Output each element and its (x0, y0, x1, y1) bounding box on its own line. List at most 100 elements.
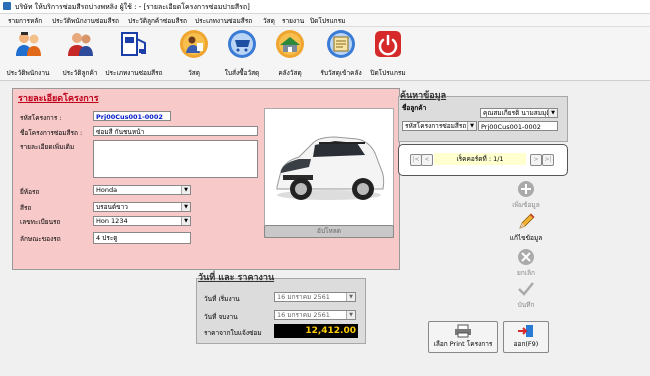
toolbar-label: วัสดุ (188, 69, 200, 77)
color-select[interactable]: บรอนด์ขาว ▼ (93, 202, 191, 212)
purchase-order-icon (228, 30, 256, 58)
toolbar-receive-stock-button[interactable]: รับวัสดุเข้าคลัง (316, 29, 366, 78)
menu-item-materials[interactable]: วัสดุ (263, 16, 275, 26)
edit-label: แก้ไขข้อมูล (509, 234, 543, 242)
add-label: เพิ่มข้อมูล (512, 201, 540, 209)
plate-label: เลขทะเบียนรถ (20, 218, 61, 226)
save-button[interactable]: บันทึก (504, 280, 548, 310)
chevron-down-icon: ▼ (548, 109, 557, 117)
toolbar-power-button[interactable]: ปิดโปรแกรม (366, 29, 410, 78)
chevron-down-icon: ▼ (181, 203, 190, 211)
chevron-down-icon: ▼ (346, 311, 355, 319)
prev-record-button[interactable]: < (421, 154, 433, 166)
project-detail-label: รายละเอียดเพิ่มเติม (20, 143, 75, 151)
customer-label: ชื่อลูกค้า (402, 104, 427, 112)
color-label: สีรถ (20, 204, 32, 212)
exit-door-icon (518, 325, 533, 337)
toolbar-label: ประวัติลูกค้า (62, 69, 98, 77)
plate-select[interactable]: Hon 1234 ▼ (93, 216, 191, 226)
cancel-icon (518, 249, 534, 265)
title-bar: บริษัท ให้บริการซ่อมสีรถบ่างพหลิง ผู้ใช้… (0, 0, 650, 14)
last-record-button[interactable]: >| (542, 154, 554, 166)
checkmark-icon (518, 282, 534, 296)
save-label: บันทึก (517, 301, 535, 309)
chevron-down-icon: ▼ (346, 293, 355, 301)
end-date-picker[interactable]: 16 มกราคม 2561 ▼ (274, 310, 356, 320)
materials-icon (180, 30, 208, 58)
cancel-label: ยกเลิก (517, 269, 535, 277)
search-field-select[interactable]: รหัสโครงการซ่อมสีรถ ▼ (402, 121, 477, 131)
project-name-label: ชื่อโครงการซ่อมสีรถ : (20, 129, 83, 137)
toolbar-customers-button[interactable]: ประวัติลูกค้า (58, 29, 102, 78)
paint-job-icon (121, 32, 146, 56)
toolbar-label: ปิดโปรแกรม (370, 69, 406, 77)
toolbar-label: ประเภทงานซ่อมสีรถ (105, 69, 163, 77)
menu-bar: รายการหลัก ประวัติพนักงานซ่อมสีรถ ประวัต… (0, 14, 650, 27)
project-code-field[interactable]: Prj00Cus001-0002 (93, 111, 171, 121)
pencil-icon (519, 213, 535, 229)
search-field-value: รหัสโครงการซ่อมสีรถ (405, 122, 467, 130)
toolbar-employees-button[interactable]: ประวัติพนักงาน (6, 29, 50, 78)
brand-value: Honda (96, 186, 118, 194)
toolbar-label: ประวัติพนักงาน (6, 69, 50, 77)
cancel-button[interactable]: ยกเลิก (504, 248, 548, 278)
toolbar-warehouse-button[interactable]: คลังวัสดุ (270, 29, 310, 78)
next-record-button[interactable]: > (530, 154, 542, 166)
chevron-down-icon: ▼ (181, 186, 190, 194)
app-icon (3, 2, 11, 10)
brand-label: ยี่ห้อรถ (20, 188, 40, 196)
project-detail-title: รายละเอียดโครงการ (18, 94, 99, 104)
receive-stock-icon (327, 30, 355, 58)
price-display: 12,412.00 (274, 324, 358, 338)
plate-value: Hon 1234 (96, 217, 128, 225)
menu-item-exit[interactable]: ปิดโปรแกรม (310, 16, 345, 26)
start-date-label: วันที่ เริ่มงาน (204, 295, 240, 303)
price-label: ราคาจากใบแจ้งซ่อม (204, 329, 262, 337)
start-date-value: 16 มกราคม 2561 (277, 293, 330, 301)
menu-item-customers[interactable]: ประวัติลูกค้าซ่อมสีรถ (128, 16, 187, 26)
trait-label: ลักษณะของรถ (20, 235, 61, 243)
date-price-title: วันที่ และ ราคางาน (198, 273, 275, 283)
start-date-picker[interactable]: 16 มกราคม 2561 ▼ (274, 292, 356, 302)
upload-image-button[interactable]: อัปโหลด (264, 225, 394, 238)
project-name-field[interactable]: ซ่อมสี กันชนหน้า (93, 126, 258, 136)
add-icon (518, 181, 534, 197)
customer-select[interactable]: คุณสมเกียรติ นามสมมุติ ▼ (480, 108, 558, 118)
exit-button[interactable]: ออก(F9) (503, 321, 549, 353)
window-title: บริษัท ให้บริการซ่อมสีรถบ่างพหลิง ผู้ใช้… (15, 3, 250, 11)
project-detail-textarea[interactable] (93, 140, 258, 178)
warehouse-icon (276, 30, 304, 58)
exit-label: ออก(F9) (513, 340, 539, 348)
menu-item-job-types[interactable]: ประเภทงานซ่อมสีรถ (195, 16, 252, 26)
car-image-frame (264, 108, 394, 238)
search-title: ค้นหาข้อมูล (400, 91, 447, 101)
chevron-down-icon: ▼ (467, 122, 476, 130)
car-image (276, 136, 385, 200)
toolbar-label: คลังวัสดุ (278, 69, 302, 77)
toolbar-purchase-order-button[interactable]: ใบสั่งซื้อวัสดุ (220, 29, 264, 78)
toolbar-label: ใบสั่งซื้อวัสดุ (224, 69, 260, 77)
power-icon (375, 31, 401, 57)
end-date-value: 16 มกราคม 2561 (277, 311, 330, 319)
employees-icon (16, 32, 41, 56)
edit-button[interactable]: แก้ไขข้อมูล (504, 213, 548, 243)
customer-value: คุณสมเกียรติ นามสมมุติ (483, 109, 551, 117)
toolbar: ประวัติพนักงาน ประวัติลูกค้า ประเภทงานซ่… (0, 27, 650, 81)
brand-select[interactable]: Honda ▼ (93, 185, 191, 195)
toolbar-paint-job-button[interactable]: ประเภทงานซ่อมสีรถ (104, 29, 164, 78)
print-label: เลือก Print โครงการ (433, 340, 493, 348)
printer-icon (455, 324, 471, 338)
color-value: บรอนด์ขาว (96, 203, 128, 211)
menu-item-main[interactable]: รายการหลัก (8, 16, 42, 26)
trait-field[interactable]: 4 ประตู (93, 232, 191, 244)
record-counter: เร็คคอร์ดที่ : 1/1 (434, 153, 526, 165)
search-input[interactable]: Prj00Cus001-0002 (478, 121, 558, 131)
end-date-label: วันที่ จบงาน (204, 313, 238, 321)
menu-item-employees[interactable]: ประวัติพนักงานซ่อมสีรถ (52, 16, 119, 26)
toolbar-materials-button[interactable]: วัสดุ (174, 29, 214, 78)
chevron-down-icon: ▼ (181, 217, 190, 225)
toolbar-label: รับวัสดุเข้าคลัง (320, 69, 362, 77)
print-project-button[interactable]: เลือก Print โครงการ (428, 321, 498, 353)
menu-item-reports[interactable]: รายงาน (282, 16, 304, 26)
add-button[interactable]: เพิ่มข้อมูล (504, 180, 548, 210)
